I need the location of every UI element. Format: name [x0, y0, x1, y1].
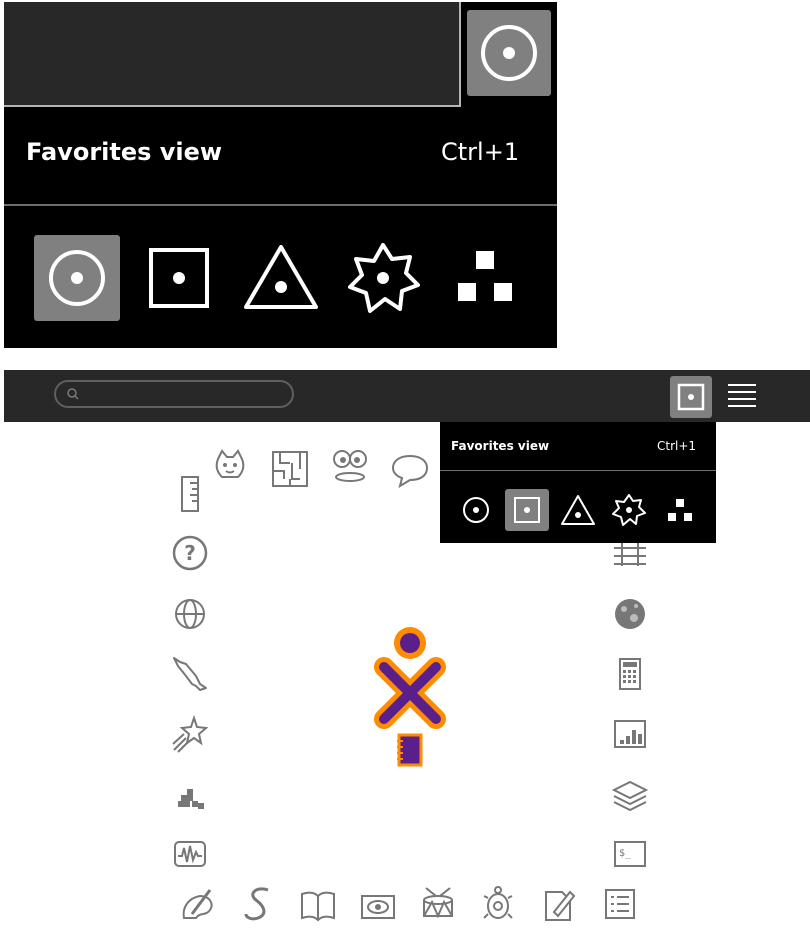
square-dot-icon — [677, 383, 705, 411]
zoomed-palette-title: Favorites view — [26, 138, 223, 166]
neighborhood-view-button[interactable] — [607, 489, 651, 531]
palette-shortcut: Ctrl+1 — [657, 439, 697, 453]
zoomed-home-view-button[interactable] — [136, 235, 222, 321]
blocks-icon — [458, 251, 512, 301]
square-dot-icon — [514, 497, 540, 523]
svg-text:?: ? — [184, 541, 196, 565]
group-view-button[interactable] — [556, 489, 600, 531]
ring-dot-icon — [463, 497, 489, 523]
ring-dot-icon — [49, 250, 105, 306]
zoomed-neighborhood-view-button[interactable] — [340, 235, 426, 321]
journal-icon[interactable] — [395, 733, 425, 767]
blocks-icon[interactable] — [170, 777, 210, 817]
write-icon[interactable] — [538, 884, 578, 924]
hamburger-icon — [728, 384, 756, 407]
help-icon[interactable]: ? — [170, 533, 210, 573]
home-view-button[interactable] — [505, 489, 549, 531]
list-view-button[interactable] — [658, 489, 702, 531]
chart-icon[interactable] — [610, 714, 650, 754]
zoomed-group-view-button[interactable] — [238, 235, 324, 321]
book-icon[interactable] — [298, 886, 338, 926]
ruler-icon[interactable] — [170, 474, 210, 514]
svg-text:$_: $_ — [619, 848, 632, 859]
view-palette-menu: Favorites view Ctrl+1 — [440, 422, 716, 543]
zoomed-divider — [4, 204, 557, 206]
triangle-dot-icon — [244, 245, 318, 309]
favorites-view-button[interactable] — [454, 489, 498, 531]
turtle-icon[interactable] — [478, 884, 518, 924]
zoomed-favorites-view-button[interactable] — [34, 235, 120, 321]
scratch-cat-icon[interactable] — [210, 447, 250, 487]
current-view-button[interactable] — [670, 376, 712, 418]
palette-divider — [440, 470, 716, 471]
palette-title: Favorites view — [451, 439, 550, 453]
ring-dot-icon — [481, 25, 537, 81]
top-toolbar — [4, 370, 810, 422]
drum-icon[interactable] — [418, 884, 458, 924]
search-box[interactable] — [54, 380, 294, 408]
calculator-icon[interactable] — [610, 654, 650, 694]
blocks-icon — [668, 499, 692, 521]
record-eye-icon[interactable] — [358, 886, 398, 926]
chat-bubble-icon[interactable] — [390, 450, 430, 490]
browse-globe-icon[interactable] — [170, 594, 210, 634]
measure-icon[interactable] — [170, 834, 210, 874]
zoomed-view-palette: Favorites view Ctrl+1 — [4, 2, 557, 348]
library-icon[interactable] — [610, 774, 650, 814]
search-icon — [67, 388, 79, 400]
zoomed-toolbar — [4, 2, 461, 107]
moon-icon[interactable] — [610, 594, 650, 634]
paint-icon[interactable] — [178, 884, 218, 924]
search-input[interactable] — [86, 384, 286, 406]
gear-dot-icon — [612, 494, 646, 526]
zoomed-current-view-button[interactable] — [467, 10, 551, 96]
gear-dot-icon — [348, 243, 420, 313]
zoomed-list-view-button[interactable] — [442, 235, 528, 321]
xo-owner-icon[interactable] — [370, 625, 450, 730]
hamburger-menu-button[interactable] — [724, 380, 760, 412]
list-icon[interactable] — [600, 884, 640, 924]
maze-icon[interactable] — [270, 449, 310, 489]
square-dot-icon — [149, 248, 209, 308]
dolphin-icon[interactable] — [170, 654, 210, 694]
triangle-dot-icon — [561, 495, 595, 525]
speak-face-icon[interactable] — [330, 447, 370, 487]
terminal-icon[interactable]: $_ — [610, 834, 650, 874]
star-icon[interactable] — [170, 714, 210, 754]
zoomed-palette-shortcut: Ctrl+1 — [441, 138, 520, 166]
turtle-snake-icon[interactable] — [238, 884, 278, 924]
